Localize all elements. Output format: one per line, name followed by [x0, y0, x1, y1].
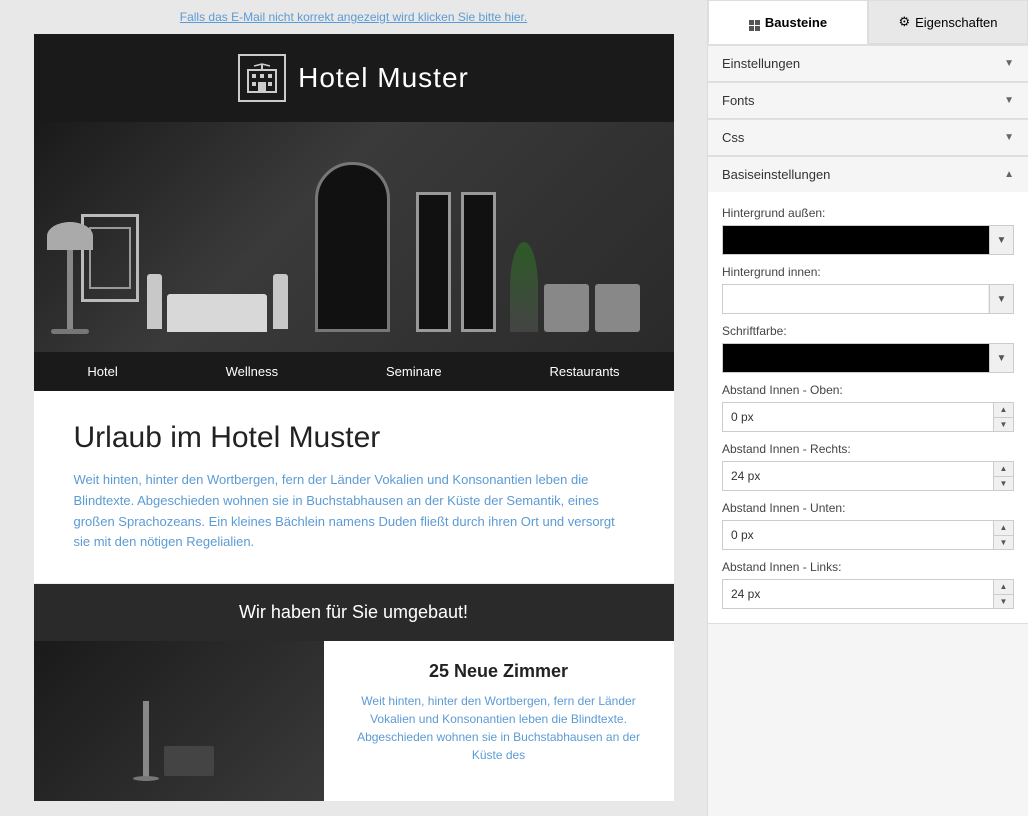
content-body: Weit hinten, hinter den Wortbergen, fern…	[74, 470, 634, 553]
fonts-label: Fonts	[722, 93, 755, 108]
abstand-rechts-input[interactable]	[723, 462, 993, 490]
abstand-links-down[interactable]: ▼	[994, 595, 1013, 609]
preview-panel: Falls das E-Mail nicht korrekt angezeigt…	[0, 0, 707, 816]
abstand-oben-field[interactable]: ▲ ▼	[722, 402, 1014, 432]
chevron-down-icon: ▼	[1004, 58, 1014, 69]
room-text-block: 25 Neue Zimmer Weit hinten, hinter den W…	[324, 641, 674, 801]
email-link[interactable]: Falls das E-Mail nicht korrekt angezeigt…	[180, 10, 527, 24]
hintergrund-aussen-dropdown[interactable]: ▼	[989, 226, 1013, 254]
abstand-links-field[interactable]: ▲ ▼	[722, 579, 1014, 609]
schriftfarbe-field[interactable]: ▼	[722, 343, 1014, 373]
hintergrund-aussen-swatch	[723, 226, 989, 254]
basiseinstellungen-content: Hintergrund außen: ▼ Hintergrund innen: …	[708, 192, 1028, 623]
abstand-oben-up[interactable]: ▲	[994, 403, 1013, 418]
room-image	[34, 641, 324, 801]
hotel-logo-icon	[238, 54, 286, 102]
abstand-rechts-up[interactable]: ▲	[994, 462, 1013, 477]
abstand-unten-down[interactable]: ▼	[994, 536, 1013, 550]
hotel-name-text: Hotel Muster	[298, 62, 469, 94]
email-content-block: Urlaub im Hotel Muster Weit hinten, hint…	[34, 391, 674, 584]
hero-content	[34, 122, 674, 352]
room-section: 25 Neue Zimmer Weit hinten, hinter den W…	[34, 641, 674, 801]
abstand-links-spinner: ▲ ▼	[993, 580, 1013, 608]
abstand-oben-spinner: ▲ ▼	[993, 403, 1013, 431]
nav-wellness[interactable]: Wellness	[226, 364, 279, 379]
abstand-unten-spinner: ▲ ▼	[993, 521, 1013, 549]
hintergrund-innen-swatch	[723, 285, 989, 313]
abstand-oben-down[interactable]: ▼	[994, 418, 1013, 432]
accordion-header-basiseinstellungen[interactable]: Basiseinstellungen ▲	[708, 156, 1028, 192]
accordion-basiseinstellungen: Basiseinstellungen ▲ Hintergrund außen: …	[708, 156, 1028, 624]
hintergrund-innen-dropdown[interactable]: ▼	[989, 285, 1013, 313]
abstand-oben-label: Abstand Innen - Oben:	[722, 383, 1014, 397]
tab-eigenschaften-label: Eigenschaften	[915, 15, 997, 30]
right-panel: Bausteine ⚙ Eigenschaften Einstellungen …	[707, 0, 1028, 816]
chevron-down-icon-fonts: ▼	[1004, 95, 1014, 106]
chevron-up-icon: ▲	[1004, 169, 1014, 180]
hintergrund-aussen-field[interactable]: ▼	[722, 225, 1014, 255]
hintergrund-innen-field[interactable]: ▼	[722, 284, 1014, 314]
accordion-css: Css ▼	[708, 119, 1028, 156]
basiseinstellungen-label: Basiseinstellungen	[722, 167, 830, 182]
nav-hotel[interactable]: Hotel	[87, 364, 117, 379]
accordion-header-fonts[interactable]: Fonts ▼	[708, 82, 1028, 118]
email-header: Hotel Muster	[34, 34, 674, 122]
abstand-unten-field[interactable]: ▲ ▼	[722, 520, 1014, 550]
accordion-einstellungen: Einstellungen ▼	[708, 45, 1028, 82]
einstellungen-label: Einstellungen	[722, 56, 800, 71]
building-icon	[244, 60, 280, 96]
accordion-header-css[interactable]: Css ▼	[708, 119, 1028, 155]
tab-eigenschaften[interactable]: ⚙ Eigenschaften	[868, 0, 1028, 44]
abstand-rechts-spinner: ▲ ▼	[993, 462, 1013, 490]
schriftfarbe-label: Schriftfarbe:	[722, 324, 1014, 338]
grid-icon	[749, 13, 760, 31]
abstand-unten-up[interactable]: ▲	[994, 521, 1013, 536]
hintergrund-innen-label: Hintergrund innen:	[722, 265, 1014, 279]
accordion-fonts: Fonts ▼	[708, 82, 1028, 119]
abstand-rechts-label: Abstand Innen - Rechts:	[722, 442, 1014, 456]
room-lamp-icon	[143, 701, 149, 781]
tab-bausteine[interactable]: Bausteine	[708, 0, 868, 44]
gear-icon: ⚙	[898, 14, 910, 30]
abstand-links-label: Abstand Innen - Links:	[722, 560, 1014, 574]
schriftfarbe-dropdown[interactable]: ▼	[989, 344, 1013, 372]
abstand-rechts-down[interactable]: ▼	[994, 477, 1013, 491]
abstand-links-up[interactable]: ▲	[994, 580, 1013, 595]
chevron-down-icon-css: ▼	[1004, 132, 1014, 143]
abstand-rechts-field[interactable]: ▲ ▼	[722, 461, 1014, 491]
accordion-header-einstellungen[interactable]: Einstellungen ▼	[708, 45, 1028, 81]
hintergrund-aussen-label: Hintergrund außen:	[722, 206, 1014, 220]
abstand-unten-input[interactable]	[723, 521, 993, 549]
room-heading: 25 Neue Zimmer	[344, 661, 654, 682]
tab-bausteine-label: Bausteine	[765, 15, 827, 30]
email-link-bar: Falls das E-Mail nicht korrekt angezeigt…	[0, 0, 707, 34]
content-heading: Urlaub im Hotel Muster	[74, 421, 634, 455]
nav-seminare[interactable]: Seminare	[386, 364, 442, 379]
promo-bar: Wir haben für Sie umgebaut!	[34, 584, 674, 641]
abstand-unten-label: Abstand Innen - Unten:	[722, 501, 1014, 515]
hero-image	[34, 122, 674, 352]
abstand-links-input[interactable]	[723, 580, 993, 608]
email-nav: Hotel Wellness Seminare Restaurants	[34, 352, 674, 391]
email-container: Hotel Muster	[34, 34, 674, 801]
css-label: Css	[722, 130, 744, 145]
schriftfarbe-swatch	[723, 344, 989, 372]
abstand-oben-input[interactable]	[723, 403, 993, 431]
nav-restaurants[interactable]: Restaurants	[549, 364, 619, 379]
room-body: Weit hinten, hinter den Wortbergen, fern…	[344, 692, 654, 764]
panel-tabs: Bausteine ⚙ Eigenschaften	[708, 0, 1028, 45]
